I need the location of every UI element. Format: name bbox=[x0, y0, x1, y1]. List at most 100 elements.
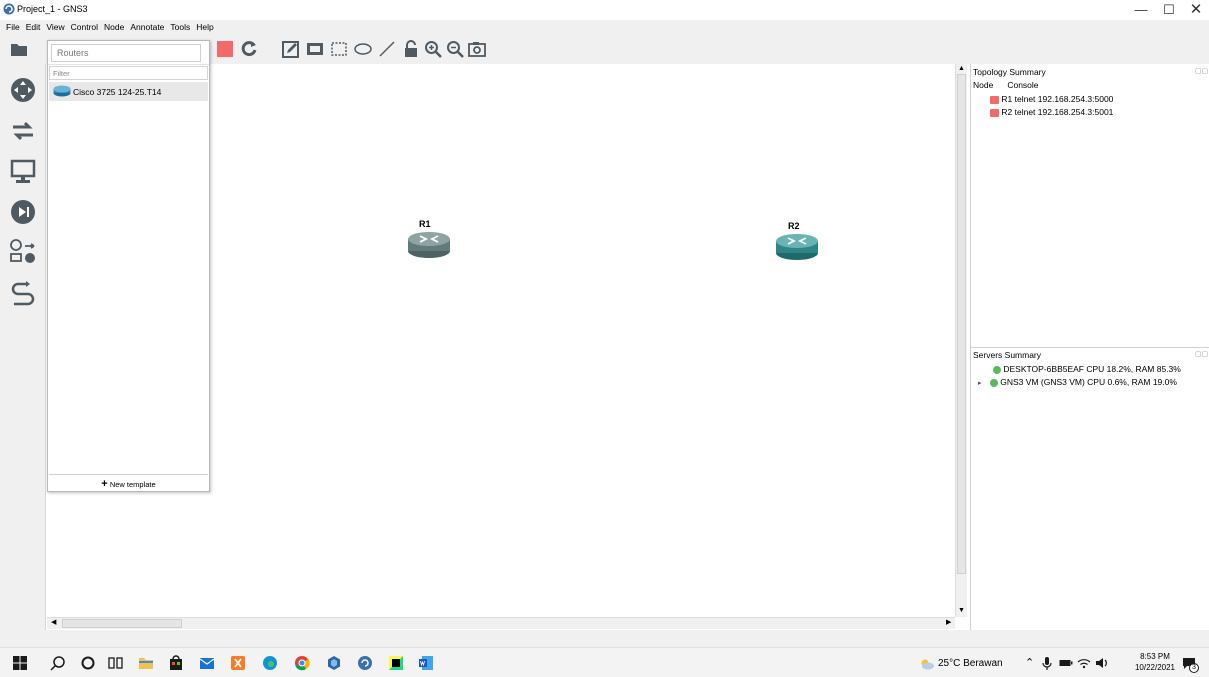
dock-controls-icon[interactable]: ▢▢ bbox=[1195, 67, 1208, 75]
node-label: R1 bbox=[419, 219, 431, 229]
dock-controls-icon[interactable]: ▢▢ bbox=[1195, 350, 1208, 358]
store-icon[interactable] bbox=[168, 655, 184, 671]
zoom-out-icon[interactable] bbox=[446, 40, 464, 58]
row-node-name: R2 bbox=[1001, 107, 1013, 117]
weather-text[interactable]: 25°C Berawan bbox=[938, 658, 1003, 669]
screenshot-icon[interactable] bbox=[468, 40, 486, 58]
word-icon[interactable] bbox=[418, 655, 434, 671]
vertical-scroll-thumb[interactable] bbox=[957, 74, 966, 574]
menu-help[interactable]: Help bbox=[193, 20, 216, 35]
minimize-button[interactable]: — bbox=[1127, 1, 1155, 19]
scroll-left-arrow[interactable]: ◀ bbox=[51, 618, 56, 626]
xampp-icon[interactable] bbox=[230, 655, 246, 671]
draw-line-icon[interactable] bbox=[378, 40, 396, 58]
edit-note-icon[interactable] bbox=[282, 40, 300, 58]
menu-node[interactable]: Node bbox=[101, 20, 127, 35]
topology-row[interactable]: R1 telnet 192.168.254.3:5000 bbox=[990, 94, 1113, 104]
microphone-icon[interactable] bbox=[1042, 657, 1052, 670]
menu-view[interactable]: View bbox=[43, 20, 67, 35]
title-bar: Project_1 - GNS3 — ☐ ✕ bbox=[0, 0, 1209, 20]
new-template-button[interactable]: + New template bbox=[49, 474, 208, 491]
server-info: GNS3 VM (GNS3 VM) CPU 0.6%, RAM 19.0% bbox=[1000, 377, 1177, 387]
menu-annotate[interactable]: Annotate bbox=[127, 20, 167, 35]
draw-rectangle-icon[interactable] bbox=[330, 40, 348, 58]
router-status-icon bbox=[990, 108, 999, 117]
device-list-item[interactable]: Cisco 3725 124-25.T14 bbox=[49, 82, 208, 101]
column-console[interactable]: Console bbox=[1007, 80, 1038, 90]
expand-arrow-icon[interactable]: ▸ bbox=[978, 380, 982, 387]
cortana-icon[interactable] bbox=[80, 655, 96, 671]
new-template-label: New template bbox=[109, 480, 156, 489]
menu-bar: File Edit View Control Node Annotate Too… bbox=[0, 20, 1209, 35]
router-status-icon bbox=[990, 95, 999, 104]
task-view-icon[interactable] bbox=[108, 655, 124, 671]
filter-input[interactable]: Filter bbox=[49, 66, 208, 80]
row-console: telnet 192.168.254.3:5000 bbox=[1014, 94, 1114, 104]
end-devices-icon[interactable] bbox=[8, 157, 38, 187]
horizontal-scrollbar[interactable] bbox=[47, 617, 955, 629]
search-icon[interactable] bbox=[50, 655, 66, 671]
device-name: Cisco 3725 124-25.T14 bbox=[73, 87, 162, 97]
maximize-button[interactable]: ☐ bbox=[1155, 1, 1183, 19]
horizontal-scroll-thumb[interactable] bbox=[62, 619, 182, 628]
chrome-icon[interactable] bbox=[294, 655, 310, 671]
status-bar bbox=[0, 630, 1209, 647]
routers-panel-header: Routers bbox=[48, 41, 209, 65]
servers-summary-panel bbox=[970, 347, 1209, 630]
server-row[interactable]: ▸ GNS3 VM (GNS3 VM) CPU 0.6%, RAM 19.0% bbox=[978, 377, 1177, 387]
menu-control[interactable]: Control bbox=[68, 20, 101, 35]
weather-icon[interactable] bbox=[919, 656, 935, 672]
mail-icon[interactable] bbox=[199, 655, 215, 671]
router-node-r2[interactable]: R2 bbox=[773, 221, 819, 263]
server-info: DESKTOP-6BB5EAF CPU 18.2%, RAM 85.3% bbox=[1003, 364, 1181, 374]
scroll-right-arrow[interactable]: ▶ bbox=[946, 618, 951, 626]
menu-file[interactable]: File bbox=[3, 20, 23, 35]
lock-icon[interactable] bbox=[402, 40, 420, 58]
router-node-r1[interactable]: R1 bbox=[405, 219, 451, 261]
windows-start-icon[interactable] bbox=[12, 655, 28, 671]
virtualbox-icon[interactable] bbox=[326, 655, 342, 671]
edge-icon[interactable] bbox=[262, 655, 278, 671]
topology-row[interactable]: R2 telnet 192.168.254.3:5001 bbox=[990, 107, 1113, 117]
close-button[interactable]: ✕ bbox=[1182, 1, 1209, 19]
server-row[interactable]: DESKTOP-6BB5EAF CPU 18.2%, RAM 85.3% bbox=[993, 364, 1181, 374]
clock-date[interactable]: 10/22/2021 bbox=[1132, 663, 1178, 672]
add-link-icon[interactable] bbox=[8, 278, 38, 308]
row-console: telnet 192.168.254.3:5001 bbox=[1014, 107, 1114, 117]
gns3-taskbar-icon[interactable] bbox=[357, 655, 373, 671]
column-node[interactable]: Node bbox=[973, 80, 993, 90]
topology-summary-header: Node Console bbox=[973, 80, 1039, 90]
battery-icon[interactable] bbox=[1059, 657, 1073, 669]
reload-icon[interactable] bbox=[240, 40, 258, 58]
switches-icon[interactable] bbox=[8, 116, 38, 146]
wifi-icon[interactable] bbox=[1077, 657, 1091, 669]
volume-icon[interactable] bbox=[1095, 657, 1109, 669]
scroll-down-arrow[interactable]: ▼ bbox=[958, 607, 965, 614]
servers-summary-title: Servers Summary bbox=[973, 350, 1042, 360]
notification-center-button[interactable]: 3 bbox=[1181, 655, 1199, 673]
stop-all-icon[interactable] bbox=[216, 40, 234, 58]
menu-edit[interactable]: Edit bbox=[23, 20, 44, 35]
router-icon bbox=[776, 234, 818, 260]
router-icon bbox=[53, 85, 71, 97]
security-devices-icon[interactable] bbox=[8, 197, 38, 227]
pycharm-icon[interactable] bbox=[388, 655, 404, 671]
open-folder-icon[interactable] bbox=[10, 40, 28, 58]
scroll-up-arrow[interactable]: ▲ bbox=[958, 65, 965, 72]
menu-tools[interactable]: Tools bbox=[167, 20, 193, 35]
all-devices-icon[interactable] bbox=[8, 237, 38, 267]
device-category-select[interactable]: Routers bbox=[51, 44, 201, 62]
notification-icon bbox=[1183, 658, 1199, 673]
insert-image-icon[interactable] bbox=[306, 40, 324, 58]
file-explorer-icon[interactable] bbox=[138, 655, 154, 671]
zoom-in-icon[interactable] bbox=[424, 40, 442, 58]
server-status-icon bbox=[993, 365, 1001, 374]
window-title: Project_1 - GNS3 bbox=[17, 4, 88, 14]
clock-time[interactable]: 8:53 PM bbox=[1132, 652, 1178, 661]
gns3-app-icon bbox=[3, 3, 15, 15]
routers-icon[interactable] bbox=[8, 75, 38, 105]
windows-taskbar: 25°C Berawan ⌃ 8:53 PM 10/22/2021 3 bbox=[0, 647, 1209, 677]
draw-ellipse-icon[interactable] bbox=[354, 40, 372, 58]
device-dock bbox=[0, 64, 46, 630]
chevron-up-icon[interactable]: ⌃ bbox=[1025, 656, 1034, 669]
